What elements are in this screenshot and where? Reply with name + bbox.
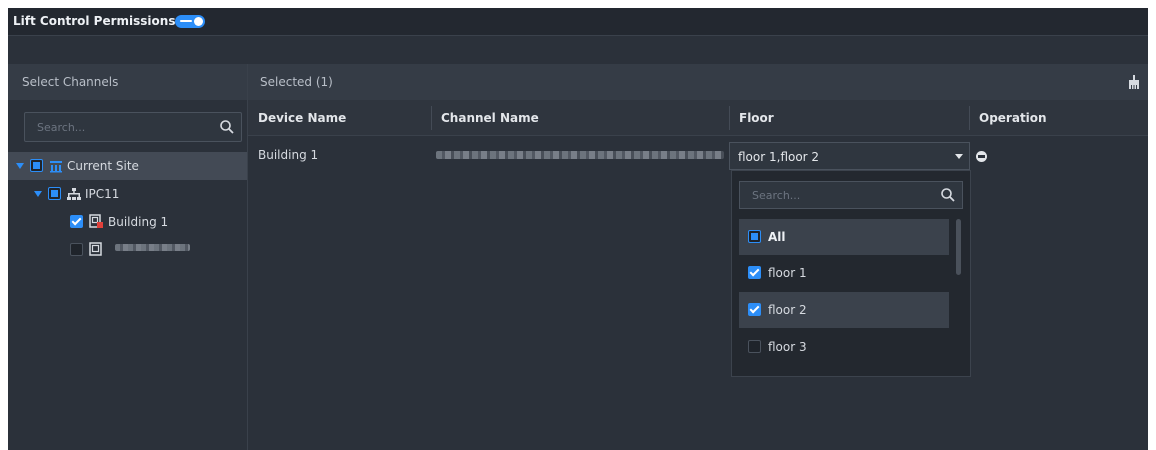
cell-device-name: Building 1 [258, 148, 319, 162]
column-header-operation[interactable]: Operation [979, 100, 1047, 136]
floor-option-3[interactable]: floor 3 [739, 329, 949, 365]
tree-item-building-1[interactable]: Building 1 [8, 208, 247, 236]
device-tree-icon [67, 188, 81, 200]
expand-arrow-icon[interactable] [16, 163, 24, 169]
title-bar: Lift Control Permissions [8, 8, 1148, 36]
floor-option-label: floor 3 [768, 340, 807, 354]
column-divider[interactable] [969, 106, 970, 130]
floor-select[interactable]: floor 1,floor 2 [729, 142, 970, 170]
tree-checkbox[interactable] [30, 159, 43, 172]
tree-item-label: Current Site [67, 159, 139, 173]
tree-item-current-site[interactable]: Current Site [8, 152, 247, 180]
chevron-down-icon[interactable] [955, 154, 963, 159]
column-header-device-name[interactable]: Device Name [258, 100, 346, 136]
floor-option-label: floor 2 [768, 303, 807, 317]
spacer [8, 36, 1148, 64]
tree-checkbox[interactable] [70, 243, 83, 256]
permissions-toggle[interactable] [175, 15, 205, 28]
search-placeholder: Search... [752, 189, 801, 202]
floor-checkbox[interactable] [748, 230, 761, 243]
tree-item-channel-2[interactable] [8, 236, 247, 264]
channel-panel-title: Select Channels [8, 64, 247, 100]
floor-option-2[interactable]: floor 2 [739, 292, 949, 328]
lift-channel-icon [89, 214, 103, 228]
page-title: Lift Control Permissions [13, 14, 176, 28]
column-header-channel-name[interactable]: Channel Name [441, 100, 539, 136]
search-icon[interactable] [219, 119, 235, 135]
tree-item-label: Building 1 [108, 215, 169, 229]
floor-option-1[interactable]: floor 1 [739, 255, 949, 291]
remove-icon[interactable] [976, 151, 987, 162]
selected-count-label: Selected (1) [260, 75, 333, 89]
tree-checkbox[interactable] [70, 215, 83, 228]
selected-panel: Selected (1) Device Name Channel Name Fl… [248, 64, 1148, 450]
floor-checkbox[interactable] [748, 340, 761, 353]
dropdown-scrollbar[interactable] [956, 219, 961, 275]
cell-channel-name-blurred [436, 151, 724, 159]
column-header-floor[interactable]: Floor [739, 100, 774, 136]
column-divider[interactable] [729, 106, 730, 130]
tree-item-label: IPC11 [85, 187, 120, 201]
clear-all-icon[interactable] [1128, 75, 1140, 89]
column-divider[interactable] [431, 106, 432, 130]
floor-option-label: All [768, 230, 786, 244]
lift-channel-icon [89, 242, 102, 256]
search-icon[interactable] [940, 187, 956, 203]
search-placeholder: Search... [37, 121, 86, 134]
table-header: Device Name Channel Name Floor Operation [248, 100, 1148, 136]
channel-search-input[interactable]: Search... [24, 112, 242, 142]
expand-arrow-icon[interactable] [34, 191, 42, 197]
floor-dropdown: Search... All floor 1 floor 2 floor 3 [731, 170, 971, 377]
channel-select-panel: Select Channels Search... Current Site I… [8, 64, 248, 450]
floor-checkbox[interactable] [748, 303, 761, 316]
toggle-track-mark [180, 20, 192, 22]
floor-option-label: floor 1 [768, 266, 807, 280]
floor-option-all[interactable]: All [739, 219, 949, 255]
floor-search-input[interactable]: Search... [739, 181, 963, 209]
site-icon [50, 161, 62, 173]
blurred-channel-label [115, 244, 190, 251]
floor-select-value: floor 1,floor 2 [738, 150, 820, 164]
floor-checkbox[interactable] [748, 266, 761, 279]
selected-panel-header: Selected (1) [248, 64, 1148, 100]
lift-control-window: Lift Control Permissions Select Channels… [8, 8, 1148, 450]
toggle-knob [194, 17, 203, 26]
tree-item-ipc11[interactable]: IPC11 [8, 180, 247, 208]
tree-checkbox[interactable] [48, 187, 61, 200]
